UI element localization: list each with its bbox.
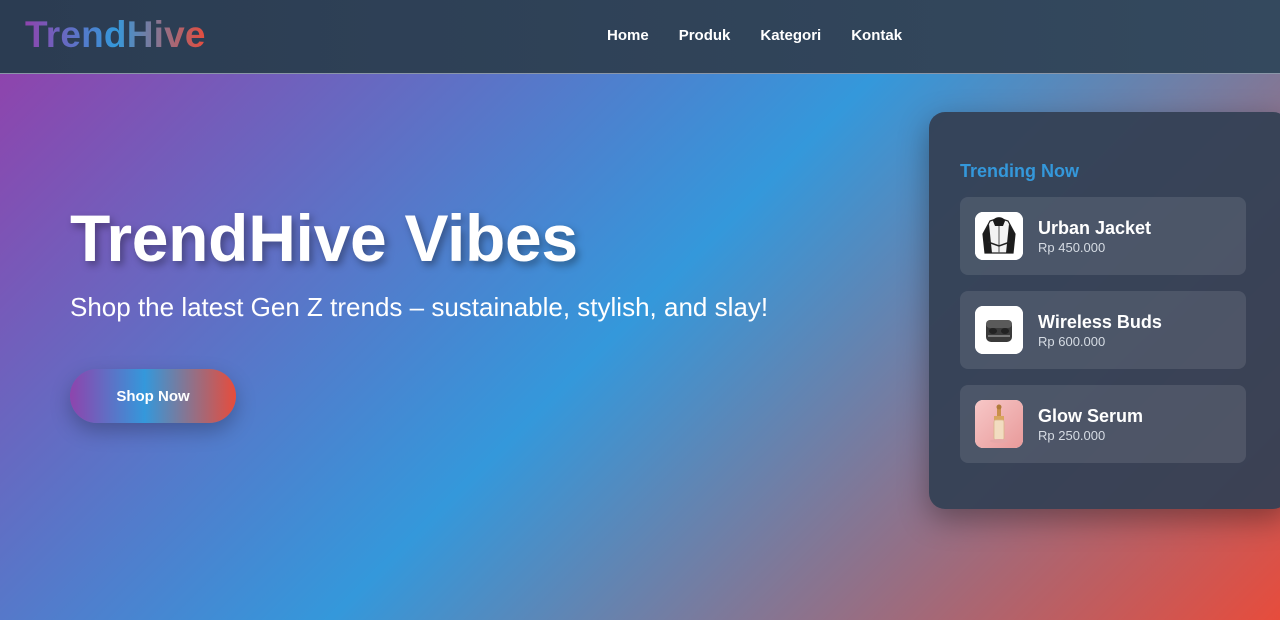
hero-subtitle: Shop the latest Gen Z trends – sustainab… (70, 292, 769, 322)
shop-now-button[interactable]: Shop Now (70, 369, 236, 423)
nav-kategori-link[interactable]: Kategori (760, 27, 821, 44)
product-price: Rp 250.000 (1038, 428, 1106, 443)
earbuds-icon (975, 306, 1023, 354)
product-price: Rp 600.000 (1038, 334, 1106, 349)
product-name: Glow Serum (1038, 406, 1144, 426)
jacket-icon (975, 212, 1023, 260)
trending-title: Trending Now (960, 161, 1079, 181)
site-header: TrendHive Home Produk Kategori Kontak (0, 0, 1280, 74)
main-nav: Home Produk Kategori Kontak (607, 27, 902, 44)
nav-produk-link[interactable]: Produk (679, 27, 731, 44)
product-name: Wireless Buds (1038, 312, 1162, 332)
serum-bottle-icon (975, 400, 1023, 448)
nav-home-link[interactable]: Home (607, 27, 649, 44)
product-name: Urban Jacket (1038, 218, 1152, 238)
logo[interactable]: TrendHive (25, 14, 206, 56)
product-card-glow-serum[interactable]: Glow Serum Rp 250.000 (960, 385, 1246, 463)
hero-title: TrendHive Vibes (70, 201, 578, 275)
trending-panel: Trending Now Urban Jacket Rp 450.000 Wir… (929, 112, 1280, 509)
product-card-urban-jacket[interactable]: Urban Jacket Rp 450.000 (960, 197, 1246, 275)
product-price: Rp 450.000 (1038, 240, 1106, 255)
nav-kontak-link[interactable]: Kontak (851, 27, 902, 44)
product-card-wireless-buds[interactable]: Wireless Buds Rp 600.000 (960, 291, 1246, 369)
